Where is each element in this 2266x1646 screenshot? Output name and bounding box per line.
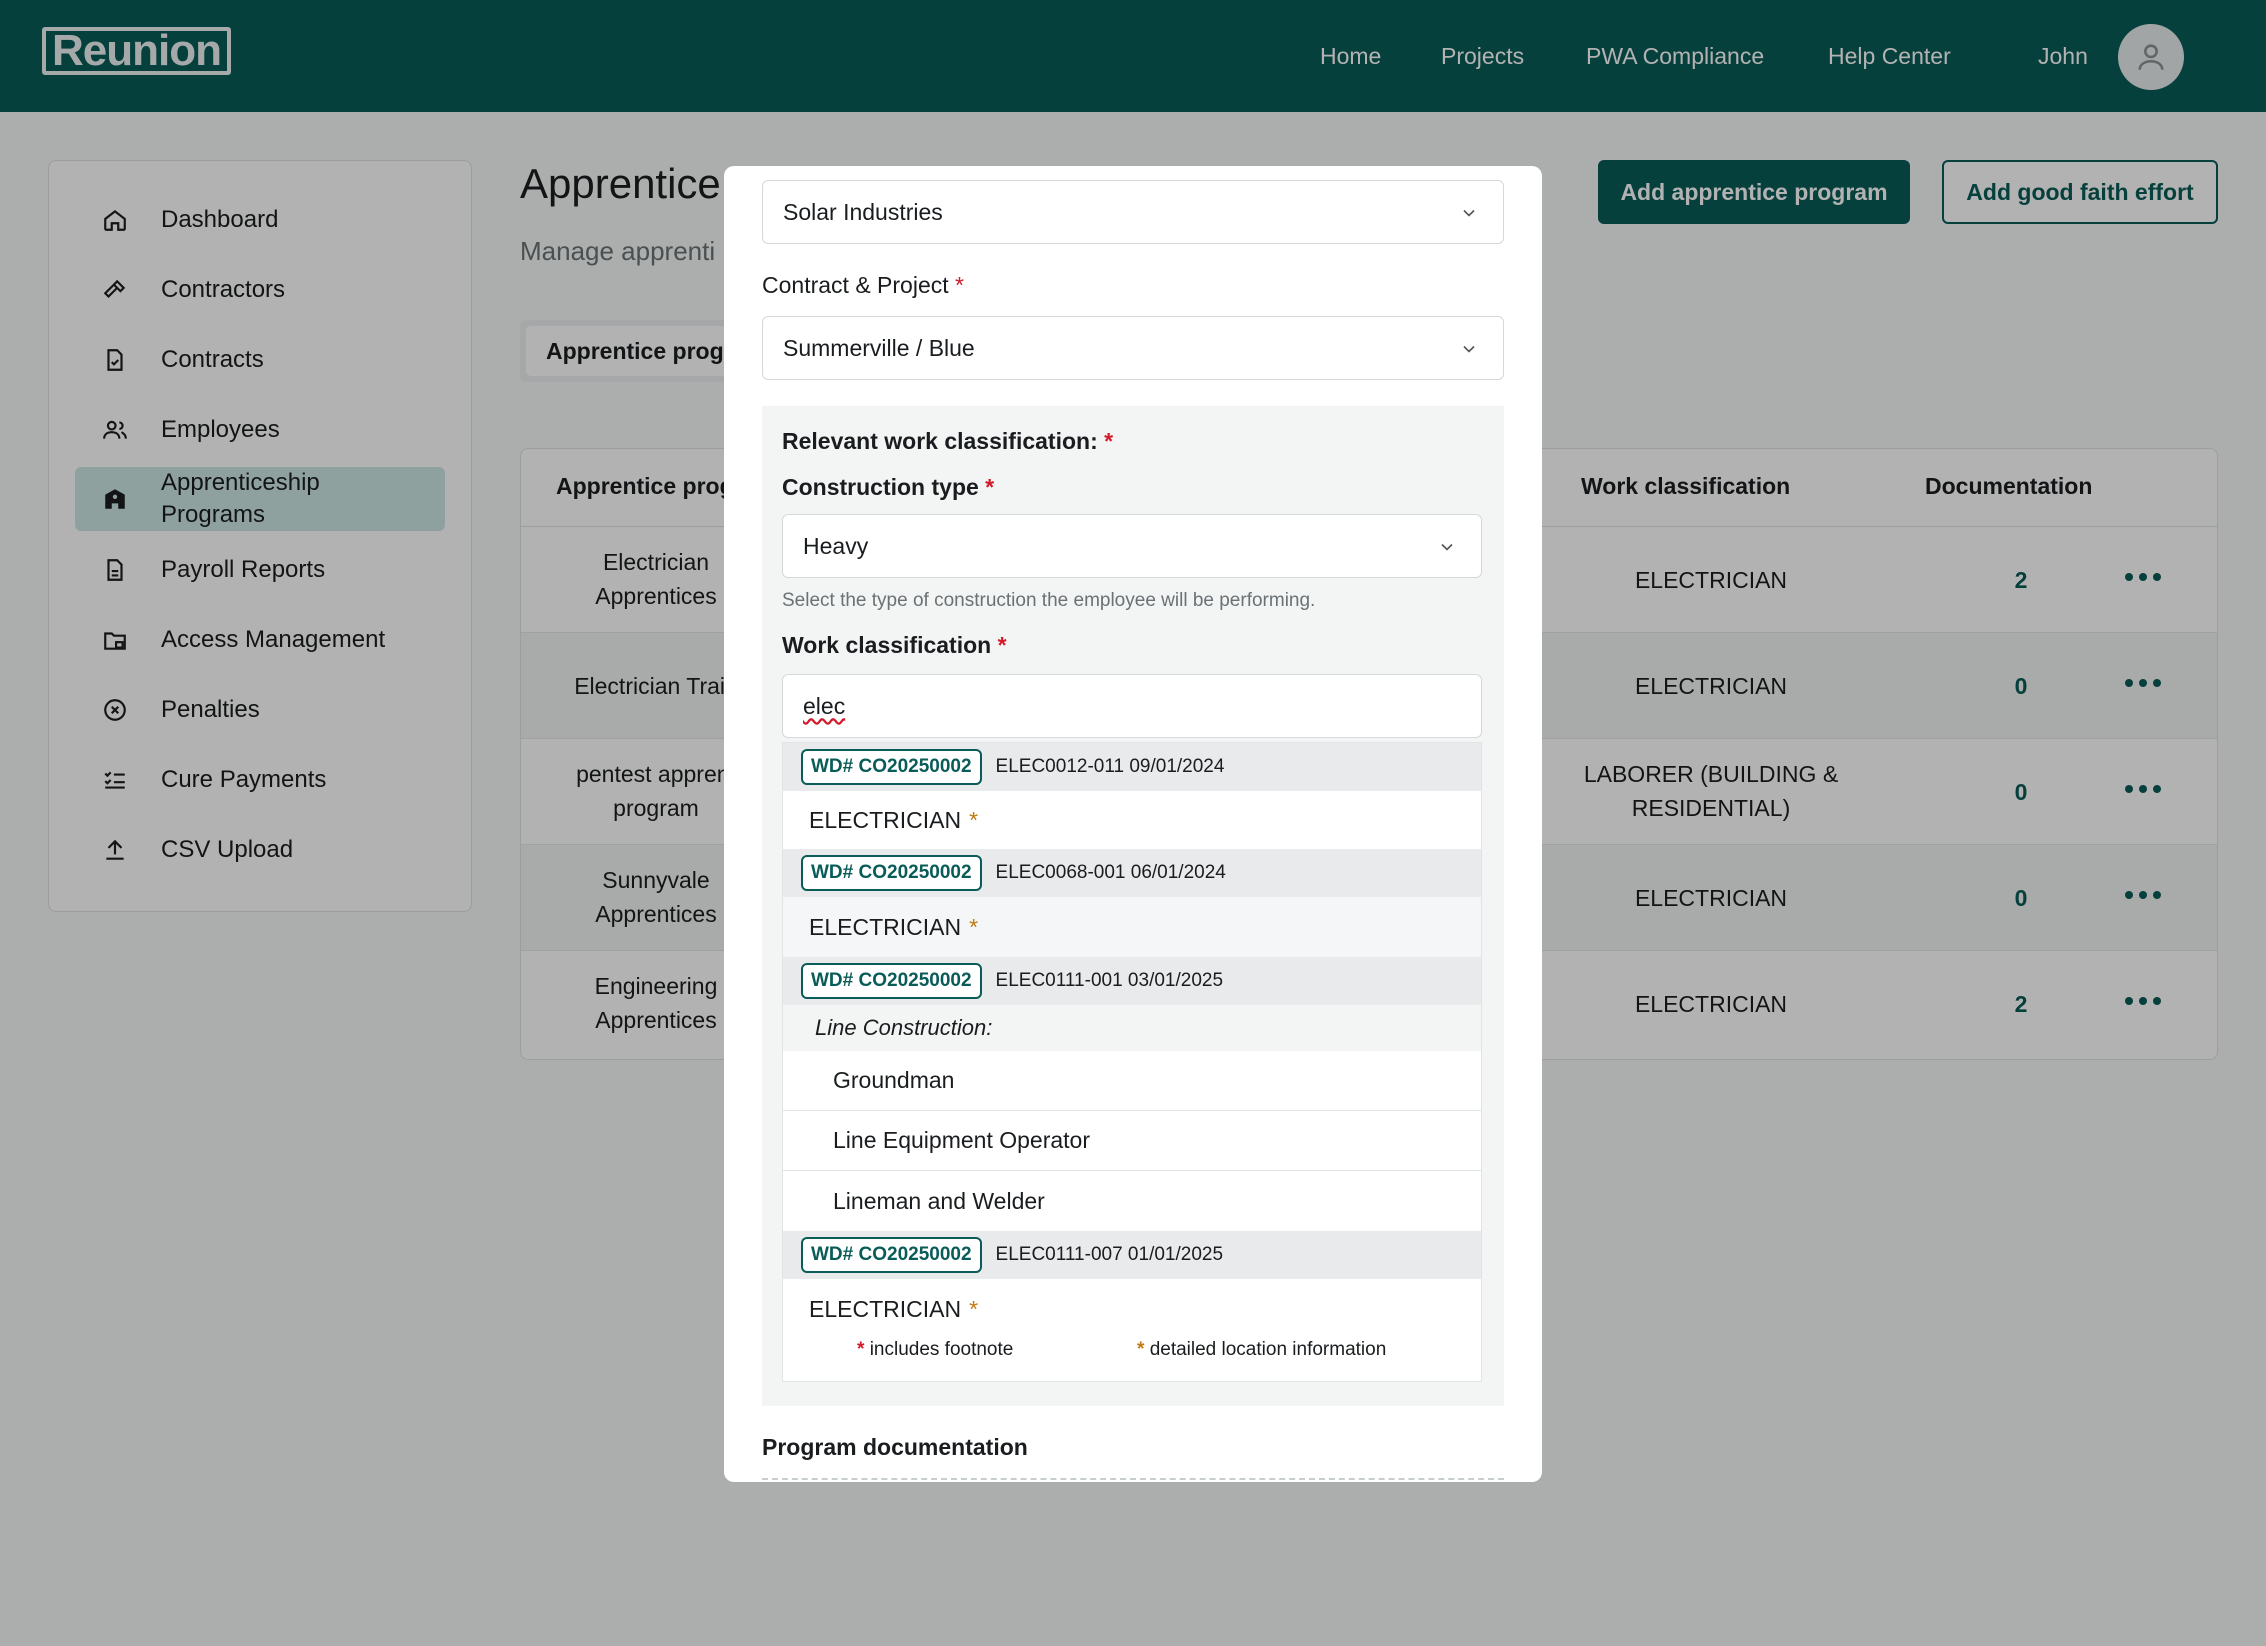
company-select[interactable]: Solar Industries: [762, 180, 1504, 244]
work-classification-panel: Relevant work classification: * Construc…: [762, 406, 1504, 1406]
contract-project-label: Contract & Project *: [762, 272, 964, 298]
group-meta: ELEC0111-001 03/01/2025: [995, 970, 1224, 991]
work-classification-dropdown: WD# CO20250002 ELEC0012-011 09/01/2024 E…: [782, 742, 1482, 1382]
classification-option[interactable]: ELECTRICIAN *: [783, 791, 1481, 849]
company-select-value: Solar Industries: [783, 198, 943, 225]
classification-option[interactable]: ELECTRICIAN *: [783, 1279, 1481, 1339]
construction-type-value: Heavy: [803, 532, 869, 559]
location-star: *: [969, 913, 979, 940]
documentation-dropzone[interactable]: [762, 1478, 1504, 1482]
footnote-legend: * includes footnote: [857, 1339, 1014, 1360]
wage-determination-group: WD# CO20250002 ELEC0012-011 09/01/2024: [783, 743, 1481, 791]
contract-project-select[interactable]: Summerville / Blue: [762, 316, 1504, 380]
construction-type-help: Select the type of construction the empl…: [782, 590, 1316, 611]
location-star: *: [969, 806, 979, 833]
chevron-down-icon: [1441, 543, 1453, 551]
work-classification-search-input[interactable]: elec: [782, 674, 1482, 738]
classification-subheading: Line Construction:: [783, 1005, 1481, 1051]
classification-option[interactable]: Lineman and Welder: [783, 1171, 1481, 1231]
wd-badge: WD# CO20250002: [801, 855, 982, 891]
group-meta: ELEC0012-011 09/01/2024: [995, 756, 1225, 777]
wage-determination-group: WD# CO20250002 ELEC0111-001 03/01/2025: [783, 957, 1481, 1005]
classification-option[interactable]: Line Equipment Operator: [783, 1111, 1481, 1171]
group-meta: ELEC0111-007 01/01/2025: [995, 1244, 1224, 1265]
wd-badge: WD# CO20250002: [801, 749, 982, 785]
wd-badge: WD# CO20250002: [801, 1237, 982, 1273]
classification-option[interactable]: Groundman: [783, 1051, 1481, 1111]
wage-determination-group: WD# CO20250002 ELEC0068-001 06/01/2024: [783, 849, 1481, 897]
chevron-down-icon: [1463, 345, 1475, 353]
classification-option[interactable]: ELECTRICIAN *: [783, 897, 1481, 957]
chevron-down-icon: [1463, 209, 1475, 217]
wage-determination-group: WD# CO20250002 ELEC0111-007 01/01/2025: [783, 1231, 1481, 1279]
group-meta: ELEC0068-001 06/01/2024: [995, 862, 1226, 883]
construction-type-select[interactable]: Heavy: [782, 514, 1482, 578]
program-documentation-label: Program documentation: [762, 1434, 1028, 1460]
relevant-classification-label: Relevant work classification: *: [782, 428, 1114, 454]
add-apprentice-program-modal: Solar Industries Contract & Project * Su…: [724, 166, 1542, 1482]
wd-badge: WD# CO20250002: [801, 963, 982, 999]
contract-project-value: Summerville / Blue: [783, 334, 975, 361]
location-legend: * detailed location information: [1137, 1339, 1387, 1360]
search-input-value: elec: [803, 692, 846, 719]
work-classification-label: Work classification *: [782, 632, 1007, 658]
construction-type-label: Construction type *: [782, 474, 995, 500]
location-star: *: [969, 1295, 979, 1322]
